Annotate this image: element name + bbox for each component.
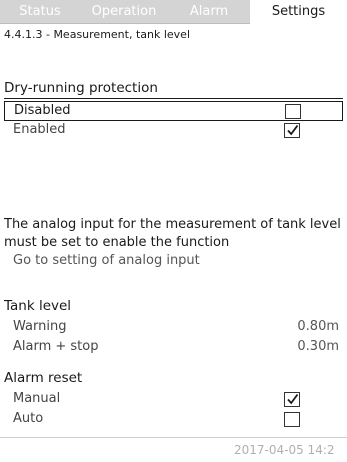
tab-bar: Status Operation Alarm Settings bbox=[0, 0, 347, 24]
section-divider bbox=[4, 98, 343, 99]
datetime: 2017-04-05 14:2 bbox=[234, 443, 335, 457]
row-label: Warning bbox=[13, 319, 67, 334]
option-manual[interactable]: Manual bbox=[4, 390, 343, 410]
checkbox-auto[interactable] bbox=[284, 412, 300, 427]
option-label: Enabled bbox=[13, 122, 66, 137]
tank-level-warning[interactable]: Warning 0.80m bbox=[4, 318, 343, 338]
row-value: 0.30m bbox=[297, 339, 339, 354]
checkbox-enabled[interactable] bbox=[284, 123, 300, 138]
tab-status[interactable]: Status bbox=[0, 0, 80, 24]
alarm-reset-title: Alarm reset bbox=[4, 370, 83, 386]
tab-settings[interactable]: Settings bbox=[250, 0, 347, 24]
row-label: Alarm + stop bbox=[13, 339, 99, 354]
tank-level-title: Tank level bbox=[4, 298, 72, 314]
checkbox-disabled[interactable] bbox=[285, 104, 301, 119]
analog-input-link[interactable]: Go to setting of analog input bbox=[4, 252, 343, 272]
tab-operation[interactable]: Operation bbox=[80, 0, 168, 24]
option-disabled[interactable]: Disabled bbox=[4, 101, 343, 121]
option-label: Auto bbox=[13, 411, 44, 426]
checkmark-icon bbox=[287, 124, 299, 136]
row-value: 0.80m bbox=[297, 319, 339, 334]
option-label: Manual bbox=[13, 391, 61, 406]
option-auto[interactable]: Auto bbox=[4, 410, 343, 430]
dry-running-title: Dry-running protection bbox=[4, 80, 158, 96]
tank-level-alarm-stop[interactable]: Alarm + stop 0.30m bbox=[4, 338, 343, 358]
info-text: The analog input for the measurement of … bbox=[4, 217, 341, 250]
checkbox-manual[interactable] bbox=[284, 392, 300, 407]
link-label: Go to setting of analog input bbox=[13, 253, 200, 268]
breadcrumb: 4.4.1.3 - Measurement, tank level bbox=[4, 28, 191, 41]
status-footer: 2017-04-05 14:2 bbox=[0, 437, 347, 462]
tab-alarm[interactable]: Alarm bbox=[168, 0, 250, 24]
checkmark-icon bbox=[287, 393, 299, 405]
option-enabled[interactable]: Enabled bbox=[4, 121, 343, 141]
option-label: Disabled bbox=[14, 103, 71, 118]
